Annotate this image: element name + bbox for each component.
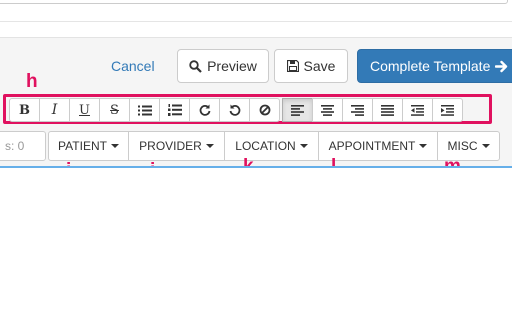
strikethrough-icon: S — [110, 102, 119, 118]
caret-down-icon — [419, 144, 428, 148]
caret-down-icon — [481, 144, 490, 148]
patient-dropdown[interactable]: PATIENT — [48, 131, 129, 161]
outdent-icon — [411, 104, 424, 116]
numbered-list-icon — [167, 104, 182, 116]
align-left-button[interactable] — [282, 98, 313, 122]
indent-icon — [441, 104, 454, 116]
underline-icon: U — [79, 102, 90, 118]
counter-text: s: 0 — [5, 139, 25, 153]
location-label: LOCATION — [235, 139, 296, 153]
save-label: Save — [303, 58, 336, 74]
preview-button[interactable]: Preview — [177, 49, 269, 83]
align-justify-icon — [381, 104, 394, 116]
complete-template-button[interactable]: Complete Template — [357, 49, 512, 83]
divider — [0, 21, 512, 22]
merge-field-toolbar: PATIENT PROVIDER LOCATION APPOINTMENT MI… — [48, 131, 500, 161]
align-right-button[interactable] — [342, 98, 373, 122]
align-right-icon — [351, 104, 364, 116]
preview-label: Preview — [207, 58, 257, 74]
outdent-button[interactable] — [402, 98, 433, 122]
clear-format-button[interactable] — [249, 98, 280, 122]
counter-field[interactable]: s: 0 — [0, 131, 46, 161]
caret-down-icon — [299, 144, 308, 148]
complete-template-label: Complete Template — [370, 58, 491, 74]
location-dropdown[interactable]: LOCATION — [224, 131, 319, 161]
align-center-icon — [321, 104, 334, 116]
ban-icon — [259, 104, 270, 116]
redo-button[interactable] — [189, 98, 220, 122]
formatting-toolbar: B I U S — [9, 98, 463, 122]
undo-icon — [229, 104, 240, 116]
misc-label: MISC — [447, 139, 478, 153]
align-left-icon — [291, 104, 304, 116]
caret-down-icon — [205, 144, 214, 148]
bold-button[interactable]: B — [9, 98, 40, 122]
search-icon — [189, 59, 202, 73]
italic-button[interactable]: I — [39, 98, 70, 122]
floppy-disk-icon — [286, 60, 299, 72]
bullet-list-button[interactable] — [129, 98, 160, 122]
appointment-label: APPOINTMENT — [328, 139, 416, 153]
bold-icon: B — [19, 102, 30, 118]
align-justify-button[interactable] — [372, 98, 403, 122]
provider-label: PROVIDER — [139, 139, 202, 153]
indent-button[interactable] — [432, 98, 463, 122]
caret-down-icon — [110, 144, 119, 148]
strikethrough-button[interactable]: S — [99, 98, 130, 122]
redo-icon — [199, 104, 210, 116]
annotation-h: h — [26, 71, 38, 92]
underline-button[interactable]: U — [69, 98, 100, 122]
numbered-list-button[interactable] — [159, 98, 190, 122]
panel-border — [0, 37, 512, 38]
align-center-button[interactable] — [312, 98, 343, 122]
provider-dropdown[interactable]: PROVIDER — [128, 131, 225, 161]
top-textarea[interactable] — [0, 0, 508, 4]
save-button[interactable]: Save — [274, 49, 348, 83]
patient-label: PATIENT — [58, 139, 107, 153]
arrow-right-icon — [495, 60, 508, 72]
italic-icon: I — [51, 102, 58, 118]
undo-button[interactable] — [219, 98, 250, 122]
editor-content-area[interactable] — [0, 168, 512, 312]
cancel-link[interactable]: Cancel — [111, 58, 155, 74]
bullet-list-icon — [137, 105, 152, 115]
